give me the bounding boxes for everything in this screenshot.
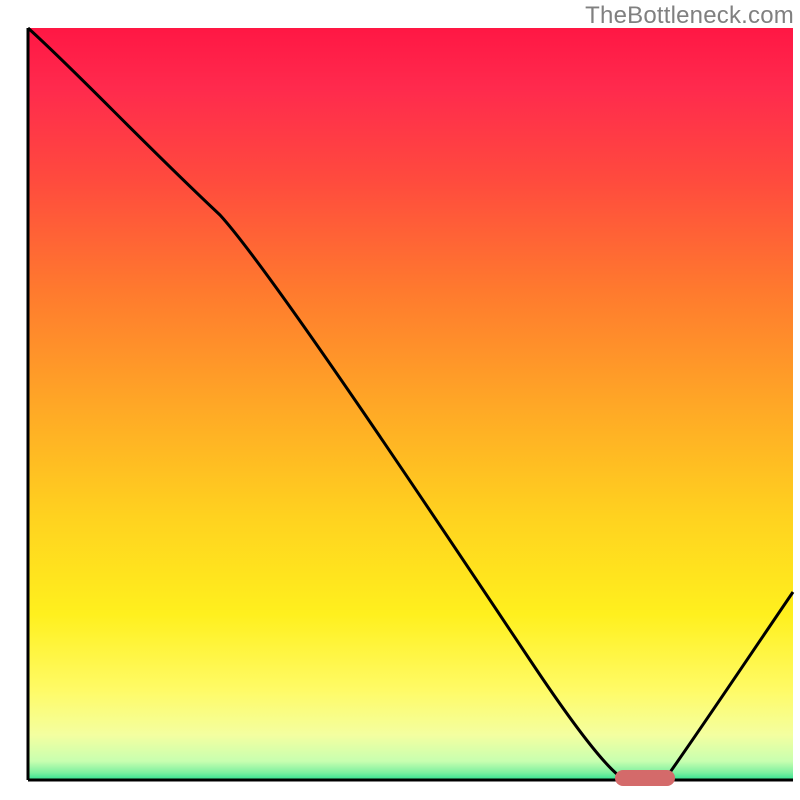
bottleneck-chart: TheBottleneck.com bbox=[0, 0, 800, 800]
watermark-text: TheBottleneck.com bbox=[585, 2, 794, 30]
optimal-marker bbox=[615, 770, 675, 786]
chart-svg bbox=[0, 0, 800, 800]
